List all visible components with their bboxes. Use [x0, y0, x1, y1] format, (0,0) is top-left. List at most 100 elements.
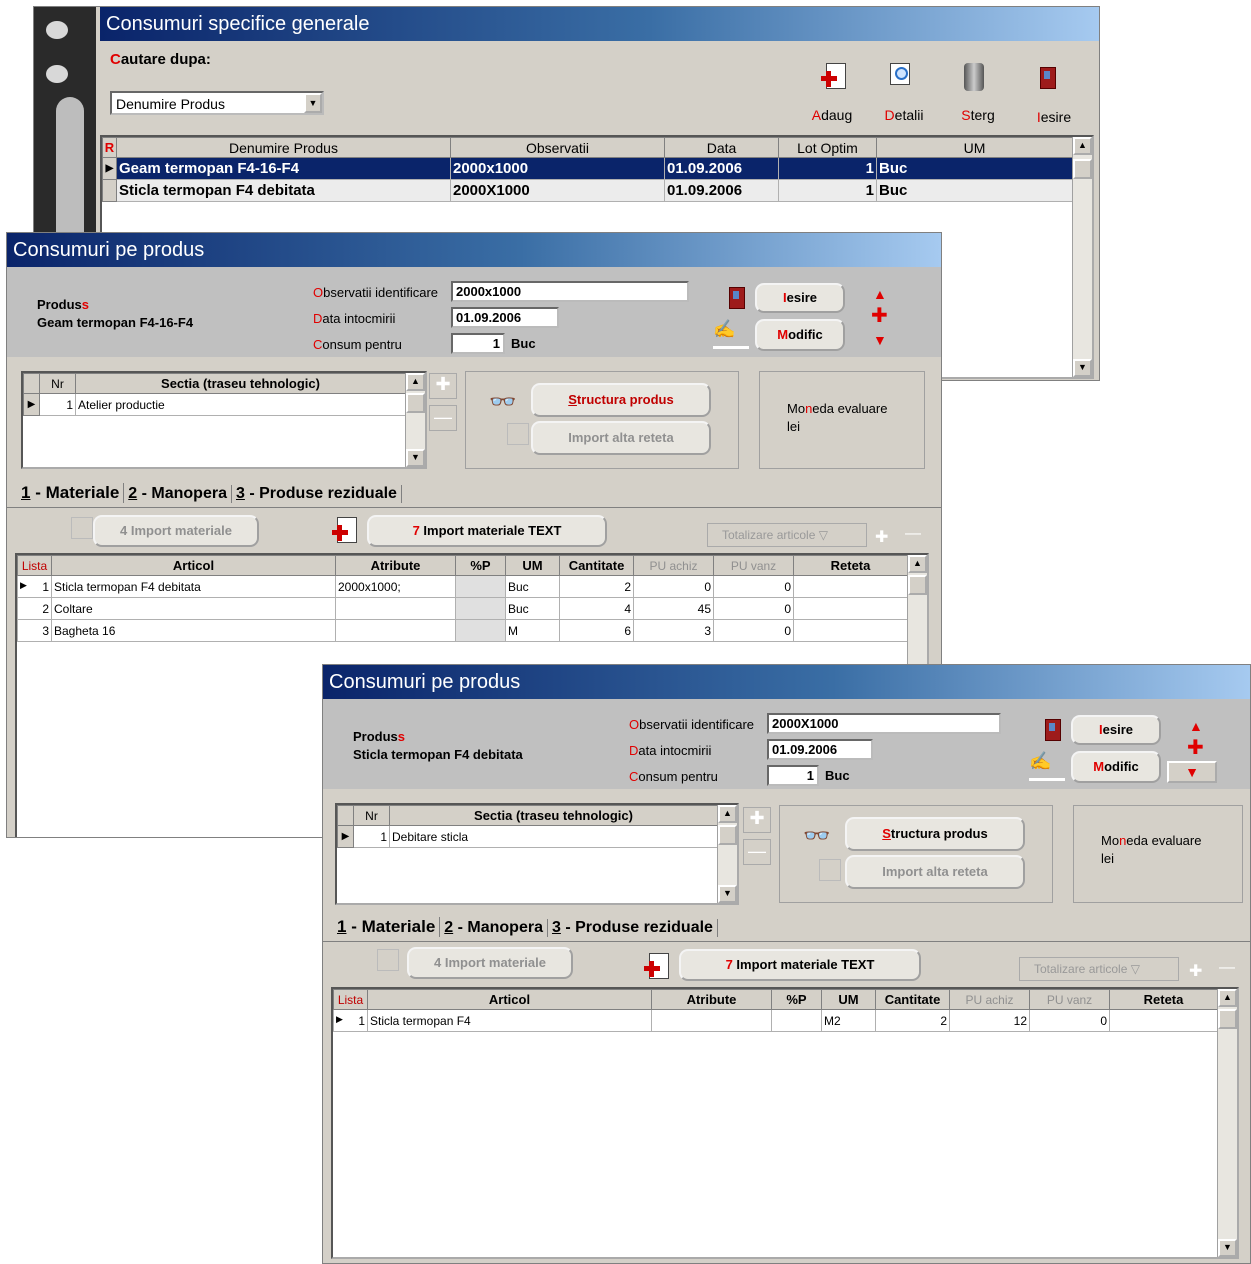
- import-materiale-icon: [71, 517, 93, 539]
- add-document-icon: [644, 953, 669, 979]
- sectia-grid: Nr Sectia (traseu tehnologic) ▶ 1 Debita…: [335, 803, 739, 905]
- window-title: Consumuri pe produs: [7, 233, 941, 267]
- plus-icon[interactable]: ✚: [1187, 738, 1204, 758]
- data-field[interactable]: 01.09.2006: [451, 307, 559, 328]
- remove-article-icon[interactable]: —: [905, 525, 921, 543]
- import-materiale-text-button[interactable]: 7 Import materiale TEXT: [367, 515, 607, 547]
- door-exit-icon: [1040, 67, 1056, 89]
- tab-produse-reziduale[interactable]: 3 - Produse reziduale: [548, 919, 718, 937]
- col-observatii[interactable]: Observatii: [450, 137, 665, 158]
- remove-row-icon[interactable]: —: [429, 405, 457, 431]
- search-by-select[interactable]: Denumire Produs ▼: [110, 91, 324, 115]
- scroll-thumb[interactable]: [718, 825, 737, 845]
- totalizare-dropdown[interactable]: Totalizare articole ▽: [707, 523, 867, 547]
- vertical-scrollbar[interactable]: ▲ ▼: [717, 805, 737, 903]
- col-um: UM: [821, 989, 876, 1010]
- scroll-thumb[interactable]: [908, 575, 927, 595]
- import-reteta-button[interactable]: Import alta reteta: [531, 421, 711, 455]
- details-button[interactable]: Detalii: [874, 61, 934, 127]
- table-row[interactable]: ▶ 1 Debitare sticla: [337, 825, 718, 848]
- cell: M: [505, 619, 560, 642]
- col-data[interactable]: Data: [664, 137, 779, 158]
- door-exit-icon: [1045, 719, 1061, 741]
- scroll-up-icon[interactable]: ▲: [718, 805, 737, 823]
- scroll-thumb[interactable]: [1073, 159, 1092, 179]
- add-row-icon[interactable]: ✚: [743, 807, 771, 833]
- arrow-down-icon[interactable]: ▼: [873, 333, 887, 347]
- delete-button[interactable]: Sterg: [948, 61, 1008, 127]
- cell: 3: [633, 619, 714, 642]
- col-lot-optim[interactable]: Lot Optim: [778, 137, 877, 158]
- cell: 0: [713, 597, 794, 620]
- tab-produse-reziduale[interactable]: 3 - Produse reziduale: [232, 485, 402, 503]
- add-article-icon[interactable]: ✚: [875, 527, 888, 547]
- consum-field[interactable]: 1: [767, 765, 819, 786]
- moneda-panel: [759, 371, 925, 469]
- col-um[interactable]: UM: [876, 137, 1073, 158]
- arrow-up-icon[interactable]: ▲: [873, 287, 887, 301]
- table-row[interactable]: ▶ 1 Sticla termopan F4 M2 2 12 0: [333, 1009, 1218, 1032]
- import-reteta-icon: [507, 423, 529, 445]
- scroll-up-icon[interactable]: ▲: [1073, 137, 1092, 155]
- row-pointer-icon: ▶: [337, 825, 354, 848]
- plus-icon[interactable]: ✚: [871, 306, 888, 326]
- col-articol: Articol: [367, 989, 652, 1010]
- cell: Buc: [505, 597, 560, 620]
- tab-materiale[interactable]: 1 - Materiale: [17, 483, 125, 503]
- table-row[interactable]: ▶ 1 Sticla termopan F4 debitata 2000x1000…: [17, 575, 908, 598]
- modify-button[interactable]: Modific: [1071, 751, 1161, 783]
- tab-manopera[interactable]: 2 - Manopera: [440, 919, 548, 937]
- dropdown-arrow-icon[interactable]: ▼: [304, 93, 322, 113]
- arrow-up-icon[interactable]: ▲: [1189, 719, 1203, 733]
- row-indicator: [102, 179, 117, 202]
- structura-produs-button[interactable]: Structura produs: [845, 817, 1025, 851]
- obs-field[interactable]: 2000X1000: [767, 713, 1001, 734]
- remove-row-icon[interactable]: —: [743, 839, 771, 865]
- structura-produs-button[interactable]: Structura produs: [531, 383, 711, 417]
- vertical-scrollbar[interactable]: ▲ ▼: [405, 373, 425, 467]
- add-button[interactable]: Adaug: [802, 61, 862, 127]
- table-row[interactable]: 3 Bagheta 16 M 6 3 0: [17, 619, 908, 642]
- scroll-thumb[interactable]: [406, 393, 425, 413]
- table-row[interactable]: Sticla termopan F4 debitata 2000X1000 01…: [102, 179, 1073, 202]
- scroll-up-icon[interactable]: ▲: [1218, 989, 1237, 1007]
- tab-manopera[interactable]: 2 - Manopera: [124, 485, 232, 503]
- import-materiale-button[interactable]: 4 Import materiale: [407, 947, 573, 979]
- table-row[interactable]: 2 Coltare Buc 4 45 0: [17, 597, 908, 620]
- totalizare-dropdown[interactable]: Totalizare articole ▽: [1019, 957, 1179, 981]
- scroll-down-icon[interactable]: ▼: [1073, 359, 1092, 377]
- table-row[interactable]: ▶ Geam termopan F4-16-F4 2000x1000 01.09…: [102, 157, 1073, 180]
- table-row[interactable]: ▶ 1 Atelier productie: [23, 393, 406, 416]
- add-article-icon[interactable]: ✚: [1189, 961, 1202, 981]
- materials-grid: Lista Articol Atribute %P UM Cantitate P…: [331, 987, 1239, 1259]
- scroll-up-icon[interactable]: ▲: [908, 555, 927, 573]
- vertical-scrollbar[interactable]: ▲ ▼: [1072, 137, 1092, 377]
- consum-field[interactable]: 1: [451, 333, 505, 354]
- add-row-icon[interactable]: ✚: [429, 373, 457, 399]
- col-pu-achiz: PU achiz: [949, 989, 1030, 1010]
- import-materiale-icon: [377, 949, 399, 971]
- import-materiale-text-button[interactable]: 7 Import materiale TEXT: [679, 949, 921, 981]
- arrow-down-button[interactable]: ▼: [1167, 761, 1217, 783]
- remove-article-icon[interactable]: —: [1219, 959, 1235, 977]
- col-denumire[interactable]: Denumire Produs: [116, 137, 451, 158]
- import-materiale-button[interactable]: 4 Import materiale: [93, 515, 259, 547]
- scroll-down-icon[interactable]: ▼: [718, 885, 737, 903]
- tab-materiale[interactable]: 1 - Materiale: [333, 917, 441, 937]
- exit-button[interactable]: Iesire: [755, 283, 845, 313]
- sectia-grid: Nr Sectia (traseu tehnologic) ▶ 1 Atelie…: [21, 371, 427, 469]
- exit-button[interactable]: Iesire: [1071, 715, 1161, 745]
- cell: 12: [949, 1009, 1030, 1032]
- scroll-down-icon[interactable]: ▼: [406, 449, 425, 467]
- exit-button[interactable]: Iesire: [1024, 61, 1084, 127]
- col-pu-vanz: PU vanz: [1029, 989, 1110, 1010]
- scroll-down-icon[interactable]: ▼: [1218, 1239, 1237, 1257]
- vertical-scrollbar[interactable]: ▲ ▼: [1217, 989, 1237, 1257]
- scroll-up-icon[interactable]: ▲: [406, 373, 425, 391]
- import-reteta-button[interactable]: Import alta reteta: [845, 855, 1025, 889]
- data-field[interactable]: 01.09.2006: [767, 739, 873, 760]
- obs-field[interactable]: 2000x1000: [451, 281, 689, 302]
- col-procent: %P: [455, 555, 506, 576]
- scroll-thumb[interactable]: [1218, 1009, 1237, 1029]
- modify-button[interactable]: Modific: [755, 319, 845, 351]
